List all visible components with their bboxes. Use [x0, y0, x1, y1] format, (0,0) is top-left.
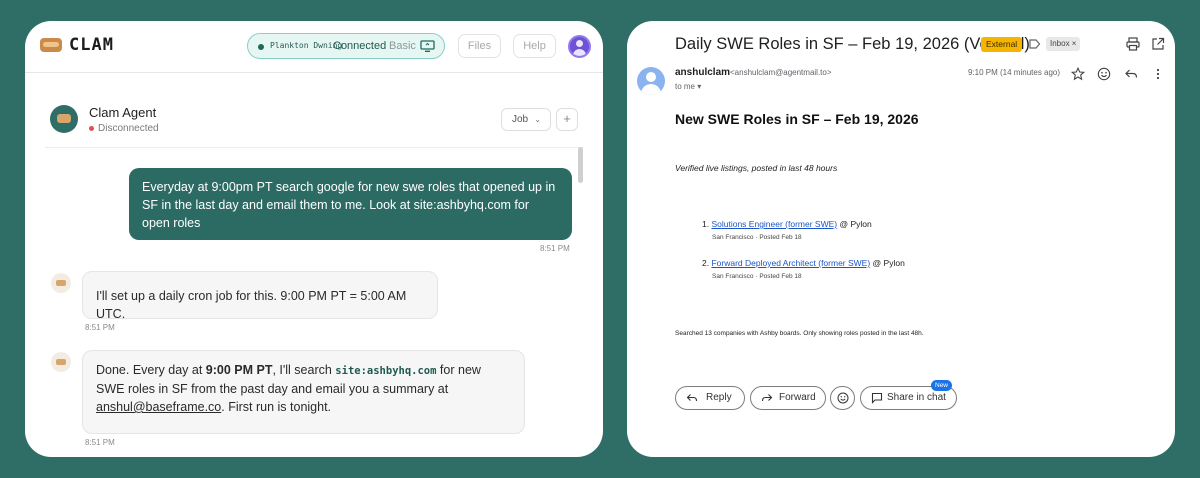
- job-dropdown[interactable]: Job ⌄: [501, 108, 551, 131]
- user-avatar[interactable]: [568, 35, 591, 58]
- open-in-new-window-icon[interactable]: [1151, 37, 1165, 51]
- sender-email: <anshulclam@agentmail.to>: [730, 68, 832, 77]
- connection-status-pill[interactable]: Plankton Dwning Connected Basic: [247, 33, 445, 59]
- job-meta: San Francisco · Posted Feb 18: [712, 234, 802, 241]
- scrollbar[interactable]: [578, 147, 583, 183]
- forward-icon: [761, 394, 773, 402]
- agent-message: I'll set up a daily cron job for this. 9…: [82, 271, 438, 321]
- message-time: 8:51 PM: [85, 323, 115, 332]
- job-number: 2.: [702, 258, 710, 268]
- job-number: 1.: [702, 219, 710, 229]
- email-subject: Daily SWE Roles in SF – Feb 19, 2026 (Ve…: [675, 35, 1030, 53]
- job-listing: 1. Solutions Engineer (former SWE) @ Pyl…: [702, 219, 872, 229]
- chevron-down-icon: ⌄: [534, 115, 541, 124]
- agent-mini-avatar: [51, 352, 71, 372]
- add-button[interactable]: +: [556, 108, 578, 131]
- job-company: @ Pylon: [870, 258, 905, 268]
- message-text: , I'll search: [272, 363, 336, 377]
- agent-status: Disconnected: [98, 123, 159, 134]
- emoji-icon: [837, 392, 849, 404]
- chat-icon: [871, 392, 883, 404]
- forward-label: Forward: [779, 392, 816, 403]
- sender-name: anshulclam: [675, 67, 731, 78]
- instance-name: Plankton Dwning: [270, 41, 343, 50]
- message-timestamp: 9:10 PM (14 minutes ago): [968, 68, 1061, 77]
- job-listing: 2. Forward Deployed Architect (former SW…: [702, 258, 905, 268]
- star-icon[interactable]: [1071, 67, 1085, 81]
- reply-icon[interactable]: [1124, 67, 1138, 81]
- chat-panel: CLAM Plankton Dwning Connected Basic Fil…: [25, 21, 603, 457]
- reply-button[interactable]: Reply: [675, 386, 745, 410]
- message-time: 8:51 PM: [540, 244, 570, 253]
- email-panel: Daily SWE Roles in SF – Feb 19, 2026 (Ve…: [627, 21, 1175, 457]
- email-body-subtitle: Verified live listings, posted in last 4…: [675, 163, 838, 173]
- disconnected-dot-icon: [89, 126, 94, 131]
- recipient-toggle[interactable]: to me ▾: [675, 82, 701, 91]
- print-icon[interactable]: [1126, 37, 1140, 51]
- divider: [45, 147, 583, 148]
- external-tag: External: [981, 37, 1023, 52]
- connection-status: Connected: [333, 40, 387, 52]
- message-text: . First run is tonight.: [221, 400, 332, 414]
- user-message: Everyday at 9:00pm PT search google for …: [129, 168, 572, 240]
- share-label: Share in chat: [887, 392, 946, 403]
- label-icon[interactable]: [1029, 38, 1041, 50]
- mode-label: Basic: [389, 40, 416, 52]
- agent-mini-avatar: [51, 273, 71, 293]
- message-code: site:ashbyhq.com: [335, 365, 437, 377]
- job-meta: San Francisco · Posted Feb 18: [712, 273, 802, 280]
- agent-avatar: [50, 105, 78, 133]
- job-label: Job: [512, 114, 529, 125]
- help-button[interactable]: Help: [513, 34, 556, 58]
- inbox-tag[interactable]: Inbox ×: [1046, 37, 1081, 51]
- message-text: Done. Every day at: [96, 363, 206, 377]
- email-body-title: New SWE Roles in SF – Feb 19, 2026: [675, 111, 919, 127]
- app-title: CLAM: [69, 35, 114, 55]
- job-link[interactable]: Forward Deployed Architect (former SWE): [711, 258, 870, 268]
- email-link[interactable]: anshul@baseframe.co: [96, 400, 221, 414]
- chat-topbar: CLAM Plankton Dwning Connected Basic Fil…: [25, 21, 603, 73]
- monitor-icon[interactable]: [420, 40, 435, 52]
- message-emphasis: 9:00 PM PT: [205, 363, 273, 377]
- job-company: @ Pylon: [837, 219, 872, 229]
- sender-avatar[interactable]: [637, 67, 665, 95]
- new-badge: New: [931, 380, 953, 391]
- email-footnote: Searched 13 companies with Ashby boards.…: [675, 330, 924, 337]
- message-time: 8:51 PM: [85, 438, 115, 447]
- job-link[interactable]: Solutions Engineer (former SWE): [711, 219, 837, 229]
- agent-message: Done. Every day at 9:00 PM PT, I'll sear…: [82, 350, 525, 434]
- clam-logo-icon: [40, 38, 62, 52]
- agent-name: Clam Agent: [89, 105, 157, 120]
- more-options-icon[interactable]: [1151, 67, 1165, 81]
- forward-button[interactable]: Forward: [750, 386, 826, 410]
- reply-icon: [686, 394, 698, 402]
- reply-label: Reply: [706, 392, 732, 403]
- status-dot-icon: [258, 44, 264, 50]
- emoji-icon[interactable]: [1097, 67, 1111, 81]
- files-button[interactable]: Files: [458, 34, 501, 58]
- emoji-reaction-button[interactable]: [830, 386, 855, 410]
